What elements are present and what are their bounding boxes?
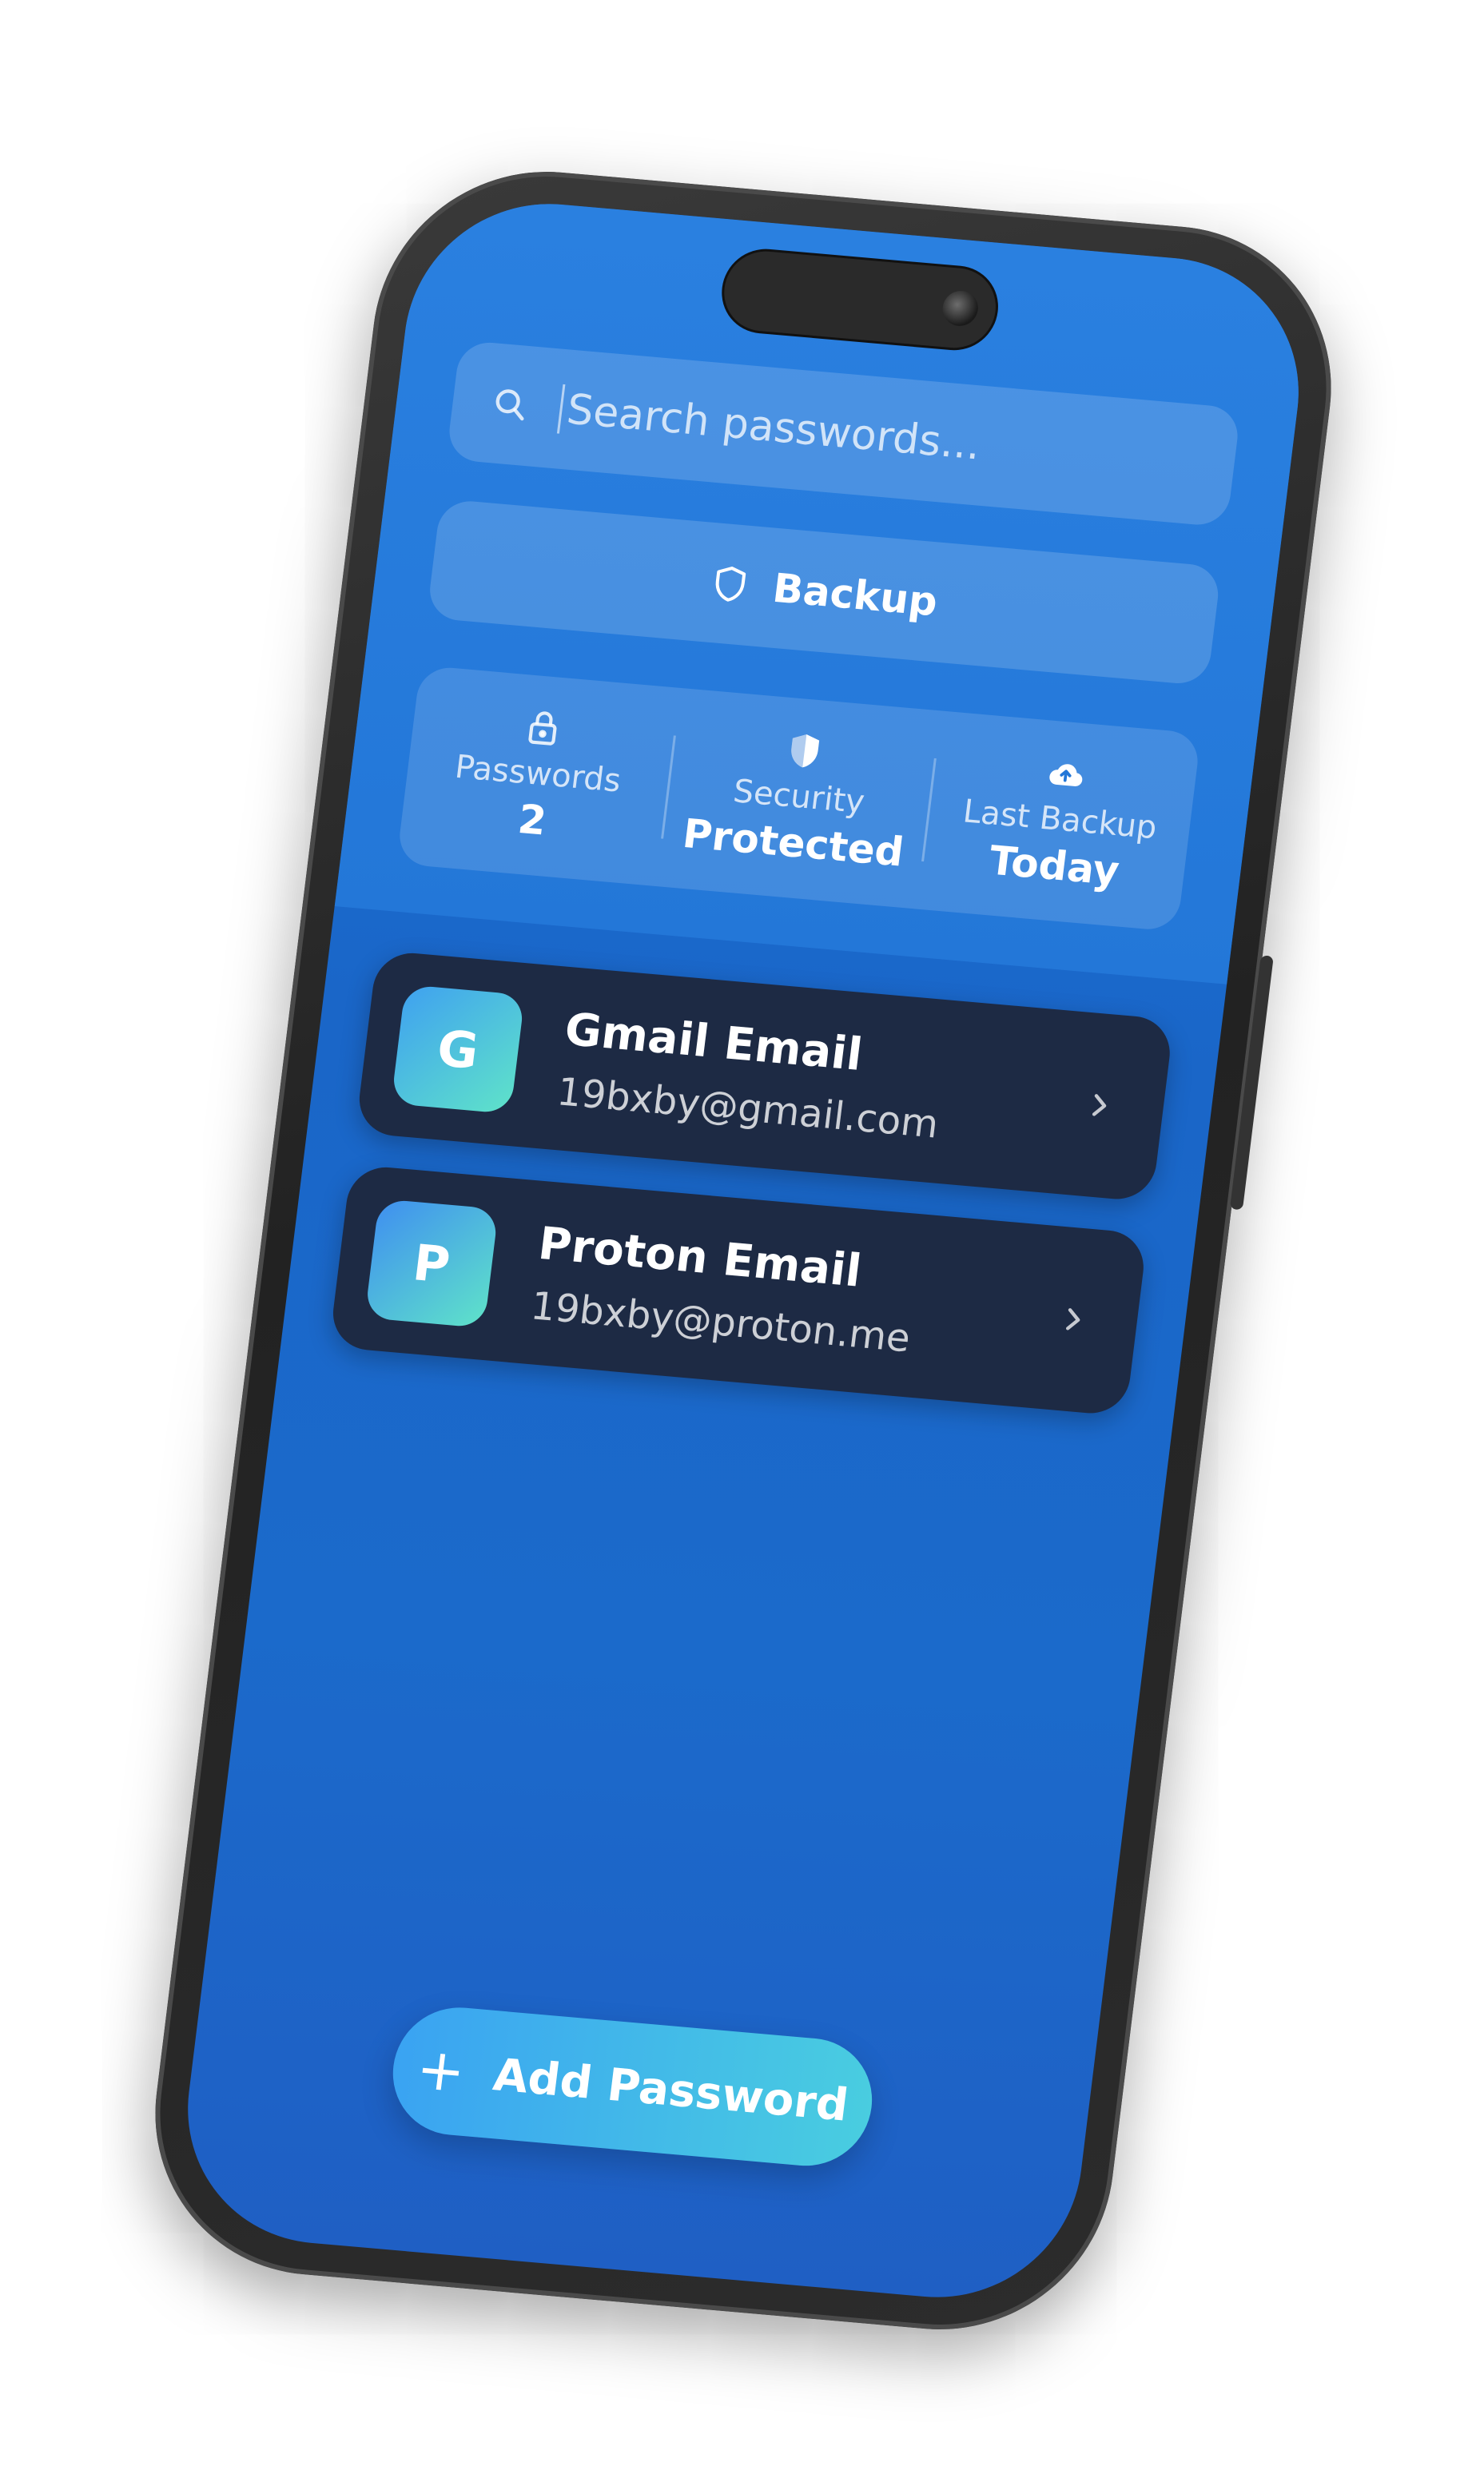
cloud-upload-icon xyxy=(1049,764,1082,786)
avatar: G xyxy=(391,984,525,1115)
stat-last-backup: Last Backup Today xyxy=(922,742,1197,900)
search-icon xyxy=(495,389,524,421)
password-item-text: Proton Email 19bxby@proton.me xyxy=(528,1217,1064,1373)
password-item-text: Gmail Email 19bxby@gmail.com xyxy=(555,1003,1090,1159)
stage: Backup Passwords 2 xyxy=(0,0,1484,2474)
stat-security: Security Protected xyxy=(661,720,936,877)
add-password-label: Add Password xyxy=(490,2048,852,2132)
plus-icon: + xyxy=(412,2034,469,2106)
phone-frame: Backup Passwords 2 xyxy=(136,157,1351,2344)
stat-passwords: Passwords 2 xyxy=(400,697,675,854)
password-item-proton[interactable]: P Proton Email 19bxby@proton.me xyxy=(328,1163,1148,1417)
backup-button-label: Backup xyxy=(770,564,941,626)
phone-screen: Backup Passwords 2 xyxy=(172,192,1315,2309)
shield-outline-icon xyxy=(715,567,746,602)
add-password-button[interactable]: + Add Password xyxy=(385,2002,880,2171)
avatar: P xyxy=(364,1199,499,1329)
chevron-right-icon xyxy=(1092,1094,1107,1116)
lock-icon xyxy=(528,711,557,746)
side-button xyxy=(1229,955,1274,1211)
password-item-gmail[interactable]: G Gmail Email 19bxby@gmail.com xyxy=(355,949,1175,1203)
search-input[interactable] xyxy=(556,384,1237,493)
chevron-right-icon xyxy=(1065,1308,1080,1330)
shield-icon xyxy=(791,734,820,768)
camera-icon xyxy=(941,289,981,328)
password-list: G Gmail Email 19bxby@gmail.com P Proton … xyxy=(325,949,1175,1448)
